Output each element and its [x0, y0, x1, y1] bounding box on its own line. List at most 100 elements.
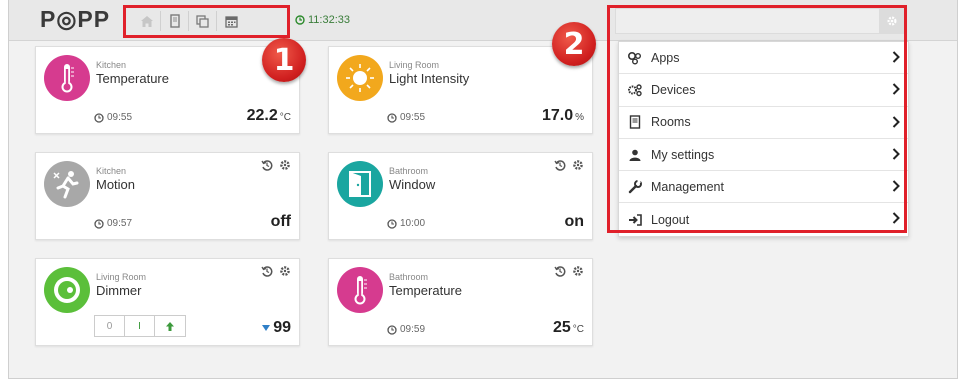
menu-item-rooms[interactable]: Rooms: [619, 107, 908, 139]
card-tools: [261, 159, 291, 171]
dimmer-on-button[interactable]: I: [125, 316, 155, 336]
chevron-right-icon: [892, 212, 900, 227]
callout-badge-2: 2: [552, 22, 596, 66]
apps-icon: [627, 51, 641, 65]
device-card-living-room-light-intensity[interactable]: Living Room Light Intensity 09:55 17.0%: [328, 46, 593, 134]
calendar-icon: [224, 15, 238, 28]
gear-icon: [887, 16, 897, 26]
history-icon[interactable]: [554, 159, 566, 171]
clock-icon: [94, 218, 104, 229]
menu-item-apps[interactable]: Apps: [619, 42, 908, 75]
dimmer-up-button[interactable]: [155, 316, 185, 336]
settings-dropdown-menu: Apps Devices Rooms My settings Managemen…: [618, 41, 909, 237]
clock-icon: [94, 112, 104, 123]
card-room: Bathroom: [389, 166, 429, 176]
menu-item-logout[interactable]: Logout: [619, 203, 908, 235]
device-card-bathroom-window[interactable]: Bathroom Window 10:00 on: [328, 152, 593, 240]
gear-icon[interactable]: [572, 265, 584, 277]
clock: 11:32:33: [295, 14, 350, 26]
card-value: off: [270, 213, 291, 230]
card-room: Living Room: [389, 60, 440, 70]
chevron-right-icon: [892, 115, 900, 131]
clock-icon: [295, 15, 305, 25]
card-device-name: Temperature: [389, 283, 462, 298]
card-tools: [554, 265, 584, 277]
card-value: 99: [262, 319, 291, 337]
dimmer-stepper: 0 I: [94, 315, 186, 337]
history-icon[interactable]: [554, 265, 566, 277]
card-room: Kitchen: [96, 60, 127, 70]
device-card-kitchen-motion[interactable]: Kitchen Motion 09:57 off: [35, 152, 300, 240]
search-bar[interactable]: [615, 8, 905, 34]
menu-item-label: Devices: [651, 82, 696, 97]
device-card-living-room-dimmer[interactable]: Living Room Dimmer 0 I 99: [35, 258, 300, 346]
gear-icon[interactable]: [279, 265, 291, 277]
rooms-icon: [629, 115, 641, 129]
card-tools: [554, 159, 584, 171]
menu-item-management[interactable]: Management: [619, 171, 908, 204]
card-device-name: Window: [389, 177, 436, 192]
home-button[interactable]: [133, 11, 161, 31]
logout-icon: [629, 213, 642, 226]
card-value: on: [564, 213, 584, 230]
history-icon[interactable]: [261, 159, 273, 171]
card-timestamp: 10:00: [387, 218, 425, 229]
door-icon: [169, 14, 180, 28]
card-timestamp: 09:55: [387, 112, 425, 123]
card-device-name: Motion: [96, 177, 136, 192]
chevron-right-icon: [892, 148, 900, 163]
clock-icon: [387, 324, 397, 335]
menu-item-label: My settings: [651, 147, 715, 162]
thermometer-icon: [44, 55, 90, 101]
card-room: Bathroom: [389, 272, 429, 282]
arrow-up-icon: [166, 321, 174, 331]
window-icon: [337, 161, 383, 207]
menu-item-label: Rooms: [651, 115, 691, 130]
logo: P◎PP: [40, 6, 111, 32]
clock-time: 11:32:33: [308, 14, 351, 26]
copy-icon: [196, 14, 209, 28]
devices-icon: [628, 84, 642, 97]
motion-icon: [44, 161, 90, 207]
card-value: 17.0%: [541, 107, 584, 124]
chevron-right-icon: [892, 51, 900, 66]
home-icon: [140, 15, 153, 27]
card-room: Kitchen: [96, 166, 127, 176]
chevron-right-icon: [892, 180, 900, 195]
dimmer-off-button[interactable]: 0: [95, 316, 125, 336]
gear-icon[interactable]: [572, 159, 584, 171]
card-timestamp: 09:55: [94, 112, 132, 123]
app-frame: P◎PP 11:32:33 Apps Devices Rooms My sett…: [8, 0, 958, 379]
menu-item-devices[interactable]: Devices: [619, 74, 908, 107]
gear-icon[interactable]: [279, 159, 291, 171]
card-value: 22.2 °C: [246, 107, 291, 124]
clock-icon: [387, 218, 397, 229]
menu-item-my-settings[interactable]: My settings: [619, 139, 908, 172]
device-card-kitchen-temperature[interactable]: Kitchen Temperature 09:55 22.2 °C: [35, 46, 300, 134]
toolbar: [133, 10, 245, 32]
device-card-bathroom-temperature[interactable]: Bathroom Temperature 09:59 25 °C: [328, 258, 593, 346]
sun-icon: [337, 55, 383, 101]
calendar-button[interactable]: [217, 11, 245, 31]
card-timestamp: 09:59: [387, 324, 425, 335]
clock-icon: [387, 112, 397, 123]
card-device-name: Dimmer: [96, 283, 142, 298]
card-device-name: Light Intensity: [389, 71, 470, 86]
menu-item-label: Management: [651, 179, 724, 194]
menu-item-label: Logout: [651, 212, 690, 227]
settings-menu-button[interactable]: [879, 9, 905, 33]
top-bar: P◎PP 11:32:33: [9, 0, 957, 41]
card-device-name: Temperature: [96, 71, 169, 86]
rooms-button[interactable]: [161, 11, 189, 31]
card-timestamp: 09:57: [94, 218, 132, 229]
card-tools: [261, 265, 291, 277]
user-icon: [629, 149, 641, 161]
dimmer-icon: [44, 267, 90, 313]
card-value: 25 °C: [552, 319, 584, 336]
caret-down-icon: [262, 325, 271, 331]
wrench-icon: [628, 179, 642, 194]
menu-item-label: Apps: [651, 50, 680, 65]
scenes-button[interactable]: [189, 11, 217, 31]
callout-badge-1: 1: [262, 38, 306, 82]
history-icon[interactable]: [261, 265, 273, 277]
